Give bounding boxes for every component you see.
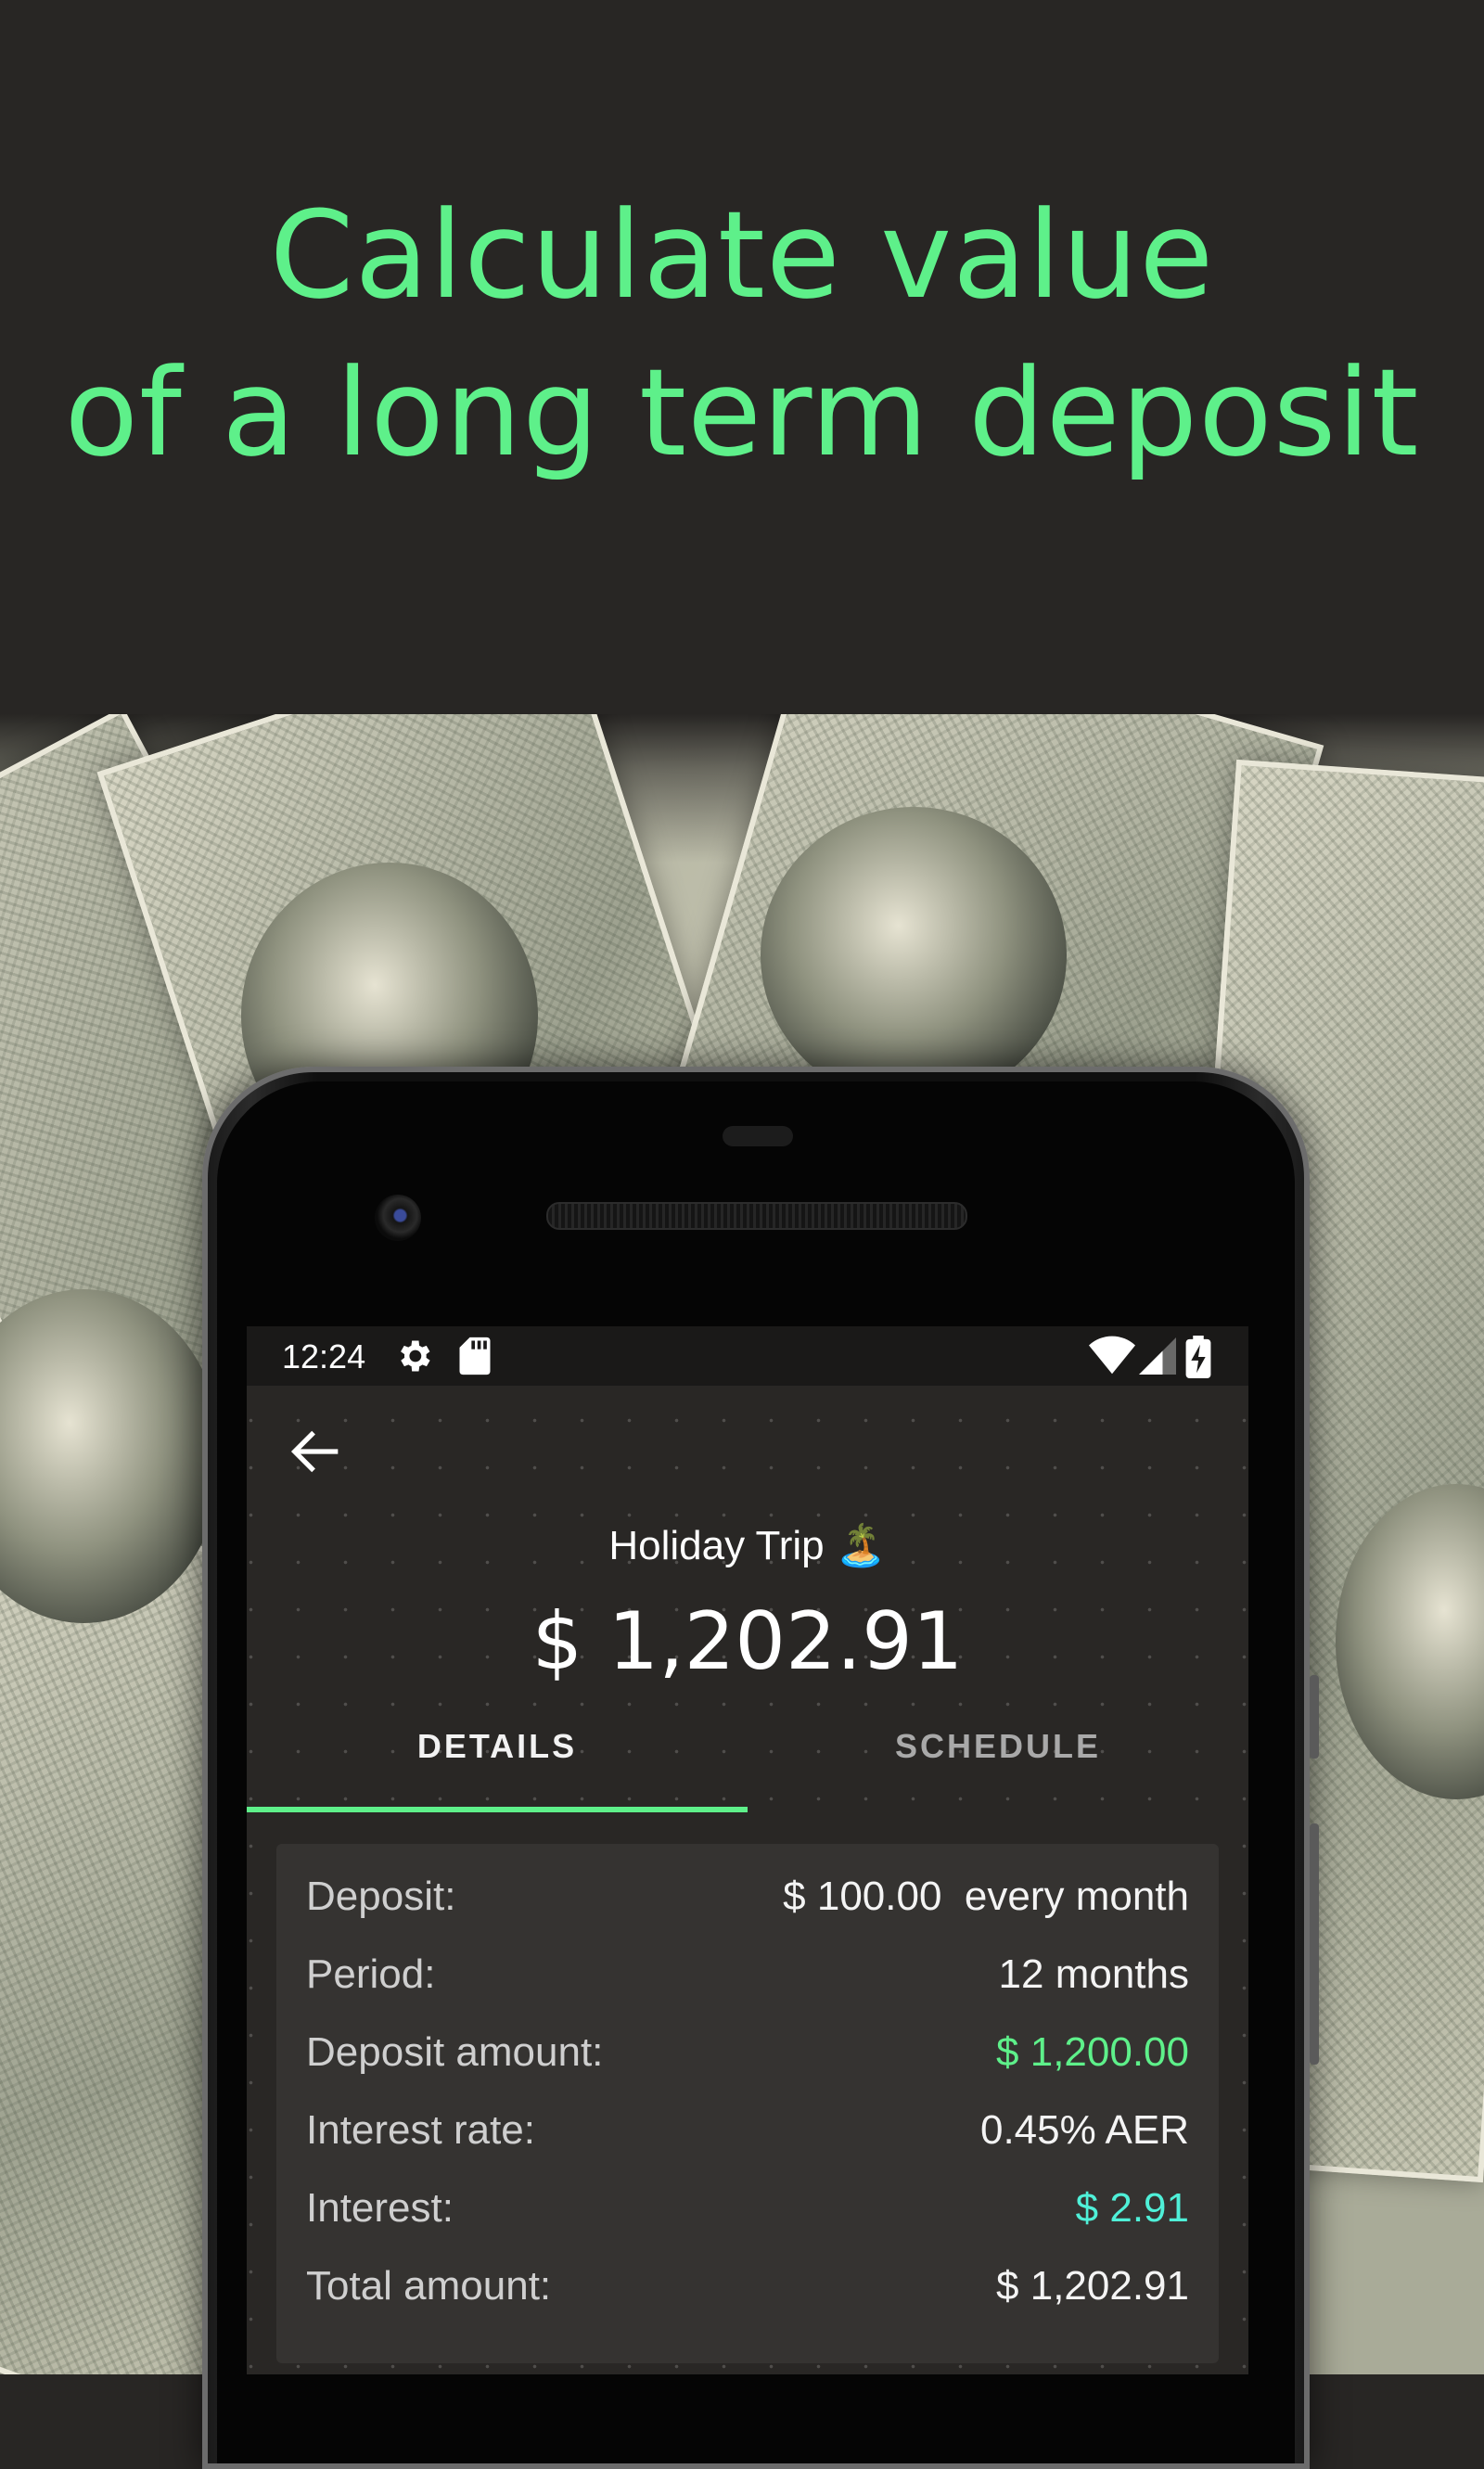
portrait xyxy=(761,807,1067,1104)
detail-row-total-amount: Total amount: $ 1,202.91 xyxy=(306,2263,1189,2319)
settings-icon xyxy=(393,1336,434,1385)
battery-charging-icon xyxy=(1185,1336,1211,1387)
detail-label: Period: xyxy=(306,1951,436,1997)
detail-row-period: Period: 12 months xyxy=(306,1951,1189,2007)
power-button xyxy=(1310,1675,1319,1759)
detail-value: 12 months xyxy=(998,1951,1189,1997)
app-screen: 12:24 Holiday Trip 🏝️ $ 1,202.91 DETAILS… xyxy=(247,1326,1248,2374)
detail-row-interest: Interest: $ 2.91 xyxy=(306,2185,1189,2241)
headline-line-1: Calculate value xyxy=(269,185,1215,326)
detail-label: Interest: xyxy=(306,2185,454,2231)
detail-label: Total amount: xyxy=(306,2263,552,2309)
speaker-grille xyxy=(546,1202,967,1230)
tab-indicator xyxy=(247,1807,748,1812)
earpiece xyxy=(723,1126,793,1146)
detail-value: $ 1,200.00 xyxy=(996,2029,1189,2075)
volume-button xyxy=(1310,1823,1319,2065)
tab-schedule[interactable]: SCHEDULE xyxy=(748,1727,1248,1766)
headline-line-2: of a long term deposit xyxy=(64,342,1420,483)
detail-value: $ 2.91 xyxy=(1075,2185,1189,2231)
arrow-left-icon xyxy=(290,1430,339,1473)
tab-details[interactable]: DETAILS xyxy=(247,1727,748,1766)
headline: Calculate value of a long term deposit xyxy=(0,176,1484,492)
wifi-icon xyxy=(1089,1336,1135,1385)
detail-label: Deposit: xyxy=(306,1874,456,1919)
front-camera xyxy=(375,1195,421,1241)
detail-row-deposit: Deposit: $ 100.00 every month xyxy=(306,1874,1189,1929)
details-card: Deposit: $ 100.00 every month Period: 12… xyxy=(276,1844,1219,2363)
detail-value: $ 100.00 every month xyxy=(783,1874,1189,1919)
sd-card-icon xyxy=(456,1336,493,1385)
detail-value: 0.45% AER xyxy=(979,2107,1189,2153)
detail-label: Deposit amount: xyxy=(306,2029,604,2075)
deposit-total-amount: $ 1,202.91 xyxy=(531,1595,964,1688)
detail-label: Interest rate: xyxy=(306,2107,536,2153)
status-bar: 12:24 xyxy=(247,1326,1248,1386)
detail-row-deposit-amount: Deposit amount: $ 1,200.00 xyxy=(306,2029,1189,2085)
detail-value: $ 1,202.91 xyxy=(996,2263,1189,2309)
cell-signal-icon xyxy=(1139,1336,1176,1385)
deposit-title: Holiday Trip 🏝️ xyxy=(608,1523,887,1568)
status-time: 12:24 xyxy=(282,1337,366,1375)
detail-row-interest-rate: Interest rate: 0.45% AER xyxy=(306,2107,1189,2163)
back-button[interactable] xyxy=(284,1419,349,1484)
